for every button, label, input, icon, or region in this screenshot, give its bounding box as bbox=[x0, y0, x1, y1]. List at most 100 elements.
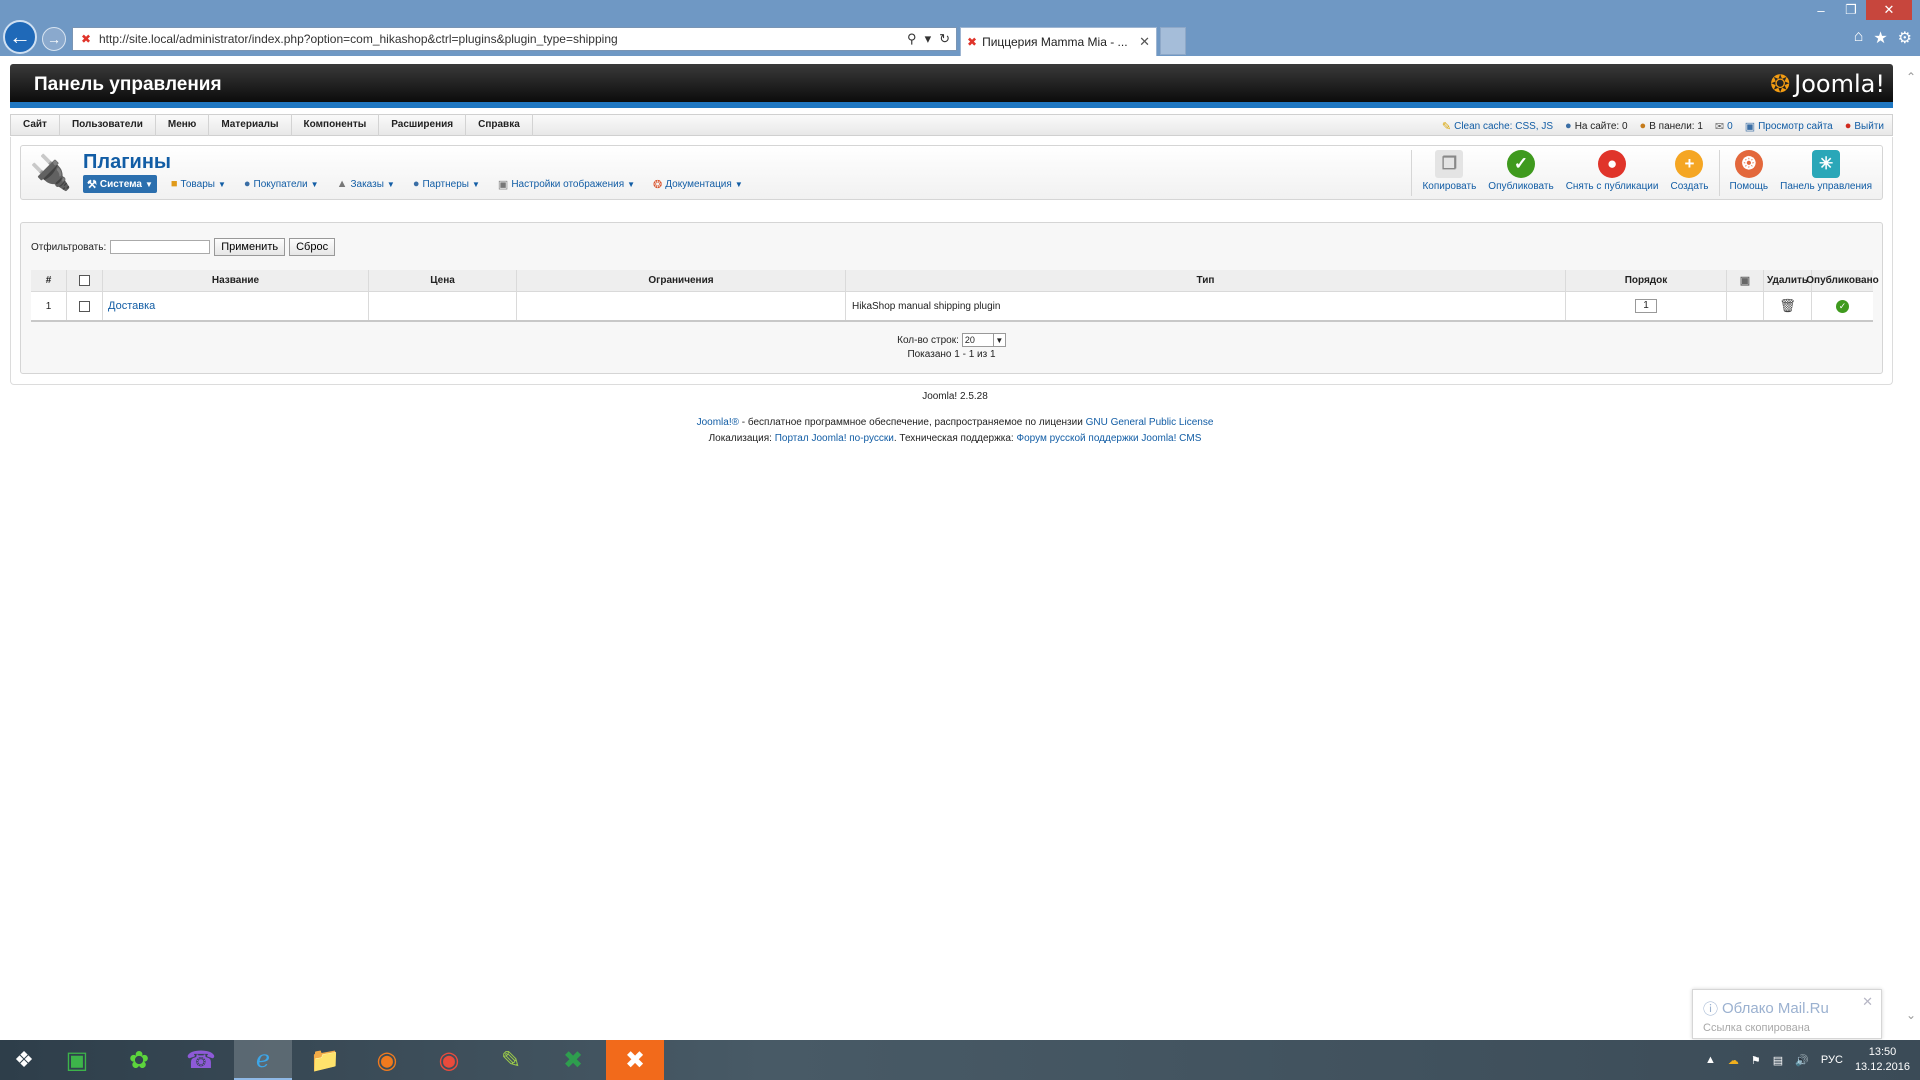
submenu-docs[interactable]: ❂ Документация ▼ bbox=[649, 175, 747, 193]
trash-icon[interactable]: 🗑 bbox=[1779, 298, 1796, 314]
apply-button[interactable]: Применить bbox=[214, 238, 286, 256]
portal-link[interactable]: Портал Joomla! по-русски bbox=[775, 433, 894, 444]
xampp-app-icon[interactable]: ✖ bbox=[606, 1040, 664, 1080]
messages-link[interactable]: ✉ 0 bbox=[1715, 120, 1733, 133]
row-name-link[interactable]: Доставка bbox=[108, 300, 155, 312]
help-button[interactable]: ❂ Помощь bbox=[1724, 150, 1775, 192]
brush-icon: ✎ bbox=[1441, 120, 1452, 133]
view-site-link[interactable]: ▣ Просмотр сайта bbox=[1745, 120, 1833, 133]
gear-icon[interactable]: ⚙ bbox=[1898, 28, 1912, 48]
reset-button[interactable]: Сброс bbox=[289, 238, 336, 256]
create-button[interactable]: + Создать bbox=[1664, 150, 1714, 192]
logout-label[interactable]: Выйти bbox=[1854, 121, 1884, 132]
menu-item-content[interactable]: Материалы bbox=[209, 114, 292, 136]
refresh-icon[interactable]: ↻ bbox=[939, 31, 950, 47]
ie-app-icon[interactable]: ℯ bbox=[234, 1040, 292, 1080]
viber-app-icon[interactable]: ☎ bbox=[172, 1040, 230, 1080]
cloud-notification[interactable]: ⓘ Облако Mail.Ru Ссылка скопирована ✕ bbox=[1692, 989, 1882, 1039]
cloud-icon[interactable]: ☁ bbox=[1728, 1054, 1739, 1067]
joomla-link[interactable]: Joomla!® bbox=[697, 417, 739, 428]
joomla-favicon-icon: ✖ bbox=[967, 35, 978, 49]
restore-icon[interactable]: ❐ bbox=[1836, 0, 1866, 20]
customer-icon: ● bbox=[243, 178, 251, 190]
col-name[interactable]: Название bbox=[103, 270, 369, 291]
clean-cache-label[interactable]: Clean cache: CSS, JS bbox=[1454, 121, 1553, 132]
windows-start-icon[interactable]: ❖ bbox=[0, 1040, 48, 1080]
admin-users-icon: ● bbox=[1639, 120, 1647, 132]
copy-button[interactable]: ❐ Копировать bbox=[1416, 150, 1482, 192]
menu-item-users[interactable]: Пользователи bbox=[60, 114, 156, 136]
save-order-icon[interactable]: ▣ bbox=[1740, 274, 1750, 287]
home-icon[interactable]: ⌂ bbox=[1854, 28, 1864, 48]
help-label: Помощь bbox=[1729, 181, 1769, 192]
minimize-icon[interactable]: – bbox=[1806, 0, 1836, 20]
new-tab-button[interactable] bbox=[1160, 27, 1186, 55]
chrome-app-icon[interactable]: ◉ bbox=[420, 1040, 478, 1080]
clock[interactable]: 13:50 13.12.2016 bbox=[1855, 1045, 1910, 1075]
submenu-display[interactable]: ▣ Настройки отображения ▼ bbox=[494, 175, 639, 193]
close-icon[interactable]: ✕ bbox=[1139, 34, 1150, 50]
menu-item-components[interactable]: Компоненты bbox=[292, 114, 380, 136]
col-order[interactable]: Порядок bbox=[1566, 270, 1727, 291]
row-delete-cell: 🗑 bbox=[1764, 292, 1812, 320]
submenu-products[interactable]: ■ Товары ▼ bbox=[167, 175, 230, 193]
check-all-checkbox[interactable] bbox=[79, 275, 90, 286]
filter-input[interactable] bbox=[110, 240, 211, 254]
menu-item-extensions[interactable]: Расширения bbox=[379, 114, 467, 136]
view-site-label[interactable]: Просмотр сайта bbox=[1758, 121, 1833, 132]
scroll-up-icon[interactable]: ⌃ bbox=[1906, 70, 1916, 84]
close-icon[interactable]: ✕ bbox=[1862, 994, 1873, 1010]
excel-app-icon[interactable]: ✖ bbox=[544, 1040, 602, 1080]
clean-cache-link[interactable]: ✎ Clean cache: CSS, JS bbox=[1442, 120, 1553, 133]
menu-item-site[interactable]: Сайт bbox=[11, 114, 60, 136]
star-icon[interactable]: ★ bbox=[1873, 28, 1887, 48]
pagination: Кол-во строк: 20 ▼ Показано 1 - 1 из 1 bbox=[21, 333, 1882, 361]
page-title: Плагины bbox=[83, 151, 171, 173]
row-checkbox[interactable] bbox=[79, 300, 90, 312]
submenu-orders[interactable]: ▲ Заказы ▼ bbox=[333, 175, 399, 193]
flag-icon[interactable]: ⚑ bbox=[1751, 1054, 1761, 1067]
explorer-app-icon[interactable]: 📁 bbox=[296, 1040, 354, 1080]
submenu-customers[interactable]: ● Покупатели ▼ bbox=[240, 175, 323, 193]
language-indicator[interactable]: РУС bbox=[1821, 1054, 1843, 1066]
menu-item-menus[interactable]: Меню bbox=[156, 114, 210, 136]
forum-link[interactable]: Форум русской поддержки Joomla! CMS bbox=[1017, 433, 1202, 444]
messages-count[interactable]: 0 bbox=[1727, 121, 1733, 132]
publish-button[interactable]: ✓ Опубликовать bbox=[1482, 150, 1559, 192]
browser-tab[interactable]: ✖ Пиццерия Mamma Mia - ... ✕ bbox=[960, 27, 1157, 56]
support-text: . Техническая поддержка: bbox=[893, 433, 1017, 444]
cpanel-button[interactable]: ✳ Панель управления bbox=[1774, 150, 1878, 192]
chevron-up-icon[interactable]: ▲ bbox=[1705, 1054, 1716, 1066]
menu-item-help[interactable]: Справка bbox=[466, 114, 533, 136]
url-text[interactable]: http://site.local/administrator/index.ph… bbox=[99, 32, 907, 46]
notepad-app-icon[interactable]: ✎ bbox=[482, 1040, 540, 1080]
on-site-count: На сайте: 0 bbox=[1574, 120, 1628, 132]
unpublish-button[interactable]: ● Снять с публикации bbox=[1560, 150, 1665, 192]
submenu-system[interactable]: ⚒ Система ▼ bbox=[83, 175, 157, 193]
back-button[interactable]: ← bbox=[3, 20, 37, 54]
icq-app-icon[interactable]: ✿ bbox=[110, 1040, 168, 1080]
submenu-partners[interactable]: ● Партнеры ▼ bbox=[409, 175, 484, 193]
col-delete: Удалить bbox=[1764, 270, 1812, 291]
scroll-down-icon[interactable]: ⌄ bbox=[1906, 1008, 1916, 1022]
published-check-icon[interactable]: ✓ bbox=[1836, 299, 1849, 313]
window-close-icon[interactable]: ✕ bbox=[1866, 0, 1912, 20]
gpl-link[interactable]: GNU General Public License bbox=[1086, 417, 1214, 428]
address-bar[interactable]: ✖ http://site.local/administrator/index.… bbox=[72, 27, 957, 51]
network-icon[interactable]: ▤ bbox=[1773, 1054, 1783, 1067]
box-icon: ■ bbox=[170, 178, 178, 190]
rows-select[interactable]: 20 ▼ bbox=[961, 333, 1006, 347]
chevron-down-icon[interactable]: ▾ bbox=[925, 31, 932, 47]
joomla-favicon-icon: ✖ bbox=[80, 32, 92, 46]
forward-button[interactable]: → bbox=[42, 27, 66, 51]
store-app-icon[interactable]: ▣ bbox=[48, 1040, 106, 1080]
tab-title: Пиццерия Mamma Mia - ... bbox=[982, 35, 1128, 49]
search-icon[interactable]: ⚲ bbox=[907, 31, 917, 47]
volume-icon[interactable]: 🔊 bbox=[1795, 1054, 1809, 1067]
submenu-display-label: Настройки отображения bbox=[511, 178, 625, 190]
firefox-app-icon[interactable]: ◉ bbox=[358, 1040, 416, 1080]
plus-icon: + bbox=[1675, 150, 1704, 178]
logout-link[interactable]: ● Выйти bbox=[1845, 120, 1884, 132]
order-input[interactable]: 1 bbox=[1635, 299, 1657, 313]
row-price bbox=[369, 292, 517, 320]
